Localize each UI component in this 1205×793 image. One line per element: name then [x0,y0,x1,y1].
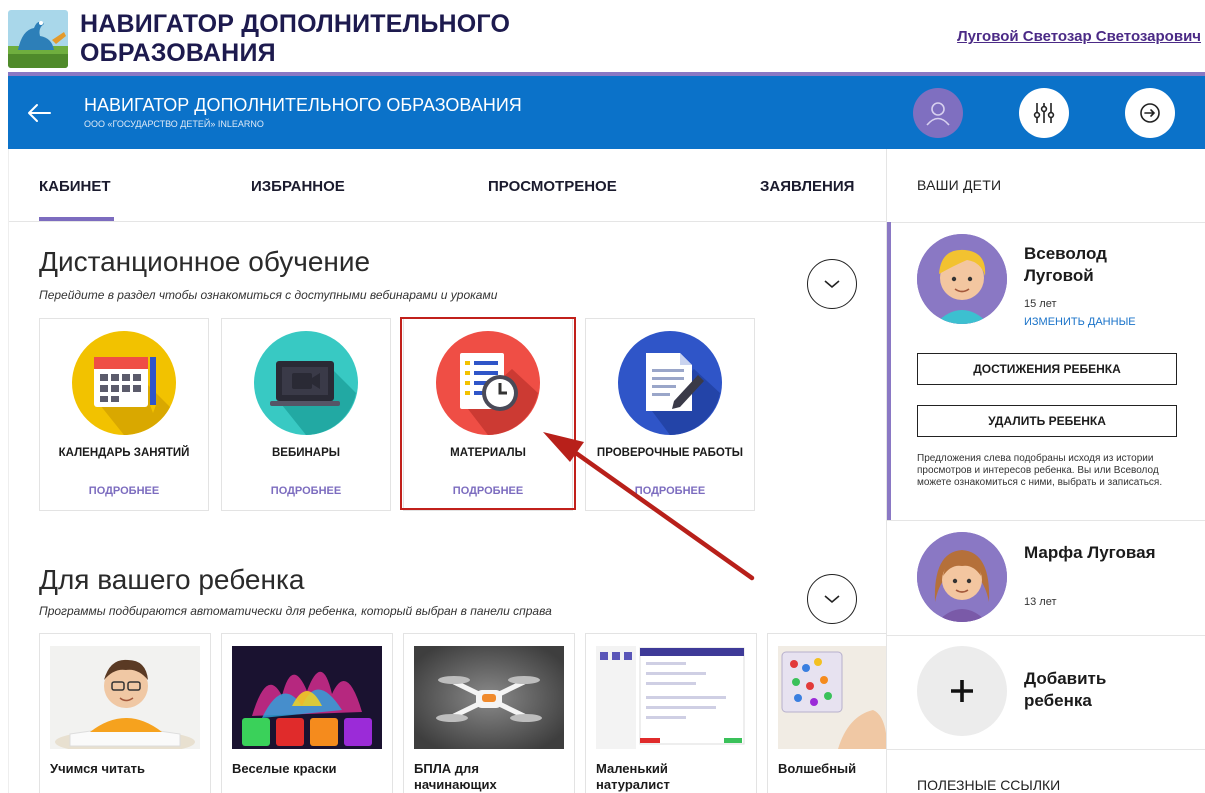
card-label: ПРОВЕРОЧНЫЕ РАБОТЫ [596,447,744,459]
card-webinars[interactable]: ВЕБИНАРЫ ПОДРОБНЕЕ [221,318,391,511]
program-image [596,646,746,749]
child-avatar[interactable] [917,532,1007,622]
achievements-button[interactable]: ДОСТИЖЕНИЯ РЕБЕНКА [917,353,1177,385]
arrow-left-icon[interactable] [26,98,52,128]
divider [887,635,1205,636]
child-name: Всеволод Луговой [1024,244,1107,285]
chevron-down-icon[interactable] [807,259,857,309]
program-title: Учимся читать [50,761,145,776]
program-image [414,646,564,749]
divider [887,520,1205,521]
children-panel: ВАШИ ДЕТИ Всеволод Луговой 15 лет ИЗМЕНИ… [886,149,1205,793]
navigator-bar: НАВИГАТОР ДОПОЛНИТЕЛЬНОГО ОБРАЗОВАНИЯ ОО… [8,76,1205,149]
edit-child-link[interactable]: ИЗМЕНИТЬ ДАННЫЕ [1024,316,1136,328]
child-avatar[interactable] [917,234,1007,324]
site-header: НАВИГАТОР ДОПОЛНИТЕЛЬНОГО ОБРАЗОВАНИЯ Лу… [0,0,1205,74]
logo[interactable] [8,10,68,68]
program-title: БПЛА для начинающих [414,761,497,792]
child-age: 13 лет [1024,596,1057,608]
tab-applications[interactable]: ЗАЯВЛЕНИЯ [760,178,854,195]
program-card[interactable]: Учимся читать [39,633,211,793]
main-content: КАБИНЕТ ИЗБРАННОЕ ПРОСМОТРЕНОЕ ЗАЯВЛЕНИЯ… [8,149,886,793]
program-card[interactable]: БПЛА для начинающих [403,633,575,793]
webinar-camera-icon [252,329,360,437]
site-title: НАВИГАТОР ДОПОЛНИТЕЛЬНОГО ОБРАЗОВАНИЯ [80,10,511,67]
program-image [232,646,382,749]
program-card[interactable]: Волшебный [767,633,886,793]
logout-icon[interactable] [1125,88,1175,138]
details-link[interactable]: ПОДРОБНЕЕ [586,485,754,497]
bar-subtitle: ООО «ГОСУДАРСТВО ДЕТЕЙ» INLEARNO [84,119,264,129]
tab-cabinet[interactable]: КАБИНЕТ [39,178,111,195]
for-child-title: Для вашего ребенка [39,564,305,595]
your-children-heading: ВАШИ ДЕТИ [917,177,1002,193]
divider [887,749,1205,750]
user-profile-link[interactable]: Луговой Светозар Светозарович [957,28,1201,45]
program-card[interactable]: Веселые краски [221,633,393,793]
card-calendar[interactable]: КАЛЕНДАРЬ ЗАНЯТИЙ ПОДРОБНЕЕ [39,318,209,511]
recommendation-note: Предложения слева подобраны исходя из ис… [917,453,1163,488]
bar-title: НАВИГАТОР ДОПОЛНИТЕЛЬНОГО ОБРАЗОВАНИЯ [84,95,522,115]
delete-child-button[interactable]: УДАЛИТЬ РЕБЕНКА [917,405,1177,437]
card-tests[interactable]: ПРОВЕРОЧНЫЕ РАБОТЫ ПОДРОБНЕЕ [585,318,755,511]
program-title: Веселые краски [232,761,337,776]
calendar-icon [70,329,178,437]
child-name: Марфа Луговая [1024,543,1156,562]
useful-links-heading: ПОЛЕЗНЫЕ ССЫЛКИ [917,777,1061,793]
tab-favorites[interactable]: ИЗБРАННОЕ [251,178,345,195]
card-label: КАЛЕНДАРЬ ЗАНЯТИЙ [58,447,190,459]
details-link[interactable]: ПОДРОБНЕЕ [40,485,208,497]
tab-bar: КАБИНЕТ ИЗБРАННОЕ ПРОСМОТРЕНОЕ ЗАЯВЛЕНИЯ [9,149,886,222]
plus-icon [951,680,973,702]
program-title: Волшебный [778,761,857,776]
program-image [778,646,886,749]
test-document-icon [616,329,724,437]
card-label: ВЕБИНАРЫ [271,447,341,459]
user-icon[interactable] [913,88,963,138]
tab-viewed[interactable]: ПРОСМОТРЕНОЕ [488,178,617,195]
program-image [50,646,200,754]
add-child-label[interactable]: Добавить ребенка [1024,668,1134,712]
chevron-down-icon[interactable] [807,574,857,624]
selected-child-indicator [887,222,891,520]
child-age: 15 лет [1024,298,1057,310]
program-card[interactable]: Маленький натуралист [585,633,757,793]
program-title: Маленький натуралист [596,761,670,792]
distance-learning-description: Перейдите в раздел чтобы ознакомиться с … [39,288,498,302]
filter-sliders-icon[interactable] [1019,88,1069,138]
for-child-description: Программы подбираются автоматически для … [39,604,552,618]
highlight-frame [400,317,576,510]
divider [887,222,1205,223]
details-link[interactable]: ПОДРОБНЕЕ [222,485,390,497]
add-child-button[interactable] [917,646,1007,736]
active-tab-indicator [39,217,114,221]
distance-learning-title: Дистанционное обучение [39,246,371,277]
